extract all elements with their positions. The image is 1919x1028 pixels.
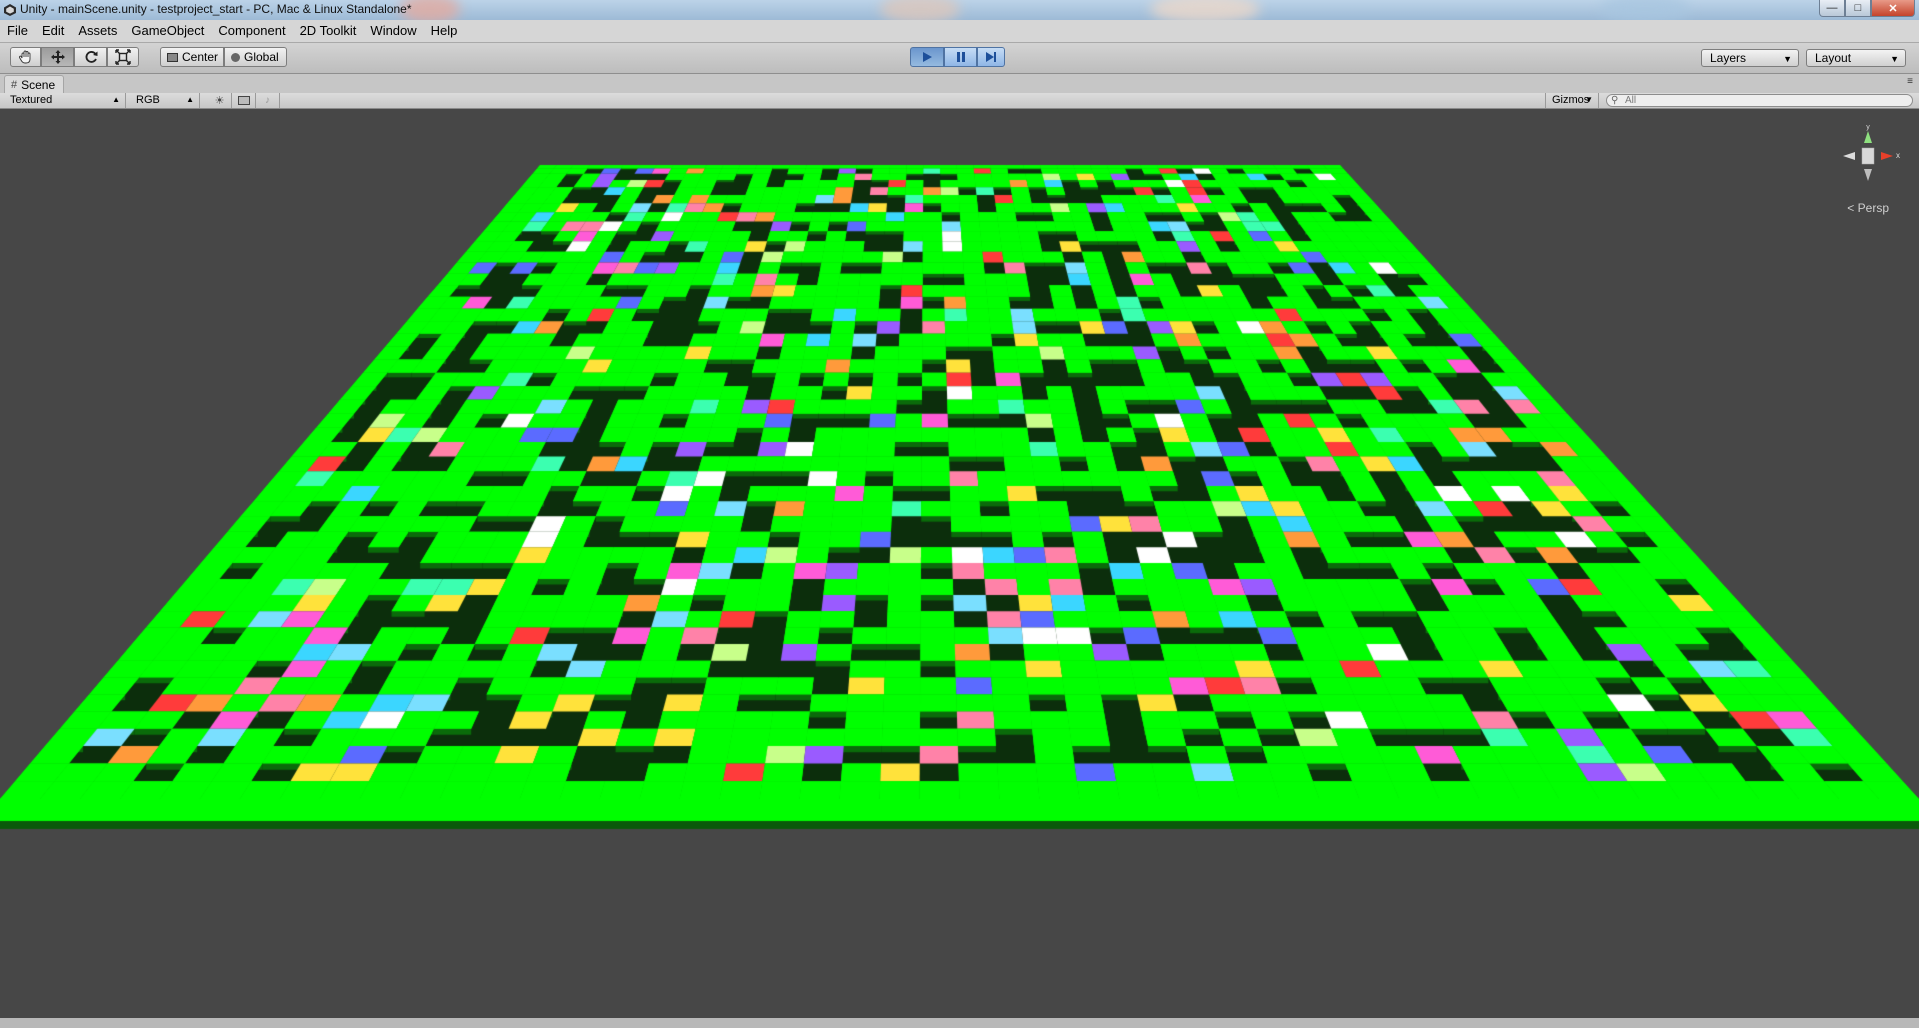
- gizmos-dropdown[interactable]: Gizmos ▼: [1545, 93, 1599, 108]
- close-icon: ✕: [1888, 2, 1898, 15]
- search-icon: ⚲: [1611, 95, 1619, 106]
- menu-gameobject[interactable]: GameObject: [124, 20, 211, 42]
- tab-scene-label: Scene: [21, 77, 56, 92]
- pivot-rotation-label: Global: [244, 50, 279, 64]
- layers-label: Layers: [1710, 51, 1747, 65]
- image-icon: [237, 96, 250, 105]
- gizmo-center-cube-icon[interactable]: [1861, 147, 1875, 165]
- scene-tab-strip: # Scene ≡: [0, 74, 1919, 94]
- layers-dropdown[interactable]: Layers ▼: [1701, 49, 1799, 67]
- gizmo-neg-y-axis-icon[interactable]: [1864, 169, 1872, 181]
- pivot-rotation-toggle[interactable]: Global: [224, 47, 287, 67]
- pivot-mode-toggle[interactable]: Center: [160, 47, 224, 67]
- move-tool-button[interactable]: [41, 47, 74, 67]
- search-placeholder: All: [1625, 95, 1637, 106]
- window-controls: — □ ✕: [1819, 0, 1915, 17]
- rotate-icon: [85, 51, 97, 63]
- scene-orientation-gizmo[interactable]: y x: [1833, 121, 1903, 191]
- pivot-center-icon: [167, 52, 178, 62]
- tab-scene[interactable]: # Scene: [4, 75, 65, 94]
- gizmos-label: Gizmos: [1552, 94, 1590, 106]
- dropdown-arrow-icon: ▲︎: [186, 95, 194, 104]
- maze-render: [0, 109, 1919, 1028]
- menu-window[interactable]: Window: [363, 20, 423, 42]
- play-icon: [923, 52, 932, 62]
- dropdown-arrow-icon: ▼: [1783, 54, 1792, 64]
- scene-audio-toggle[interactable]: ♪: [256, 93, 280, 108]
- minimize-icon: —: [1826, 2, 1838, 14]
- grid-icon: #: [11, 78, 18, 91]
- tab-menu-icon[interactable]: ≡: [1907, 76, 1913, 87]
- hand-icon: [18, 50, 30, 64]
- pause-icon: [956, 52, 965, 62]
- rotate-tool-button[interactable]: [74, 47, 107, 67]
- svg-text:x: x: [1896, 151, 1900, 160]
- projection-label: Persp: [1857, 201, 1889, 215]
- step-button[interactable]: [977, 47, 1005, 67]
- menu-bar: File Edit Assets GameObject Component 2D…: [0, 20, 1919, 43]
- menu-edit[interactable]: Edit: [35, 20, 71, 42]
- scene-overlay-toggle[interactable]: [232, 93, 256, 108]
- menu-file[interactable]: File: [0, 20, 35, 42]
- layout-dropdown[interactable]: Layout ▼: [1806, 49, 1906, 67]
- scene-viewport[interactable]: y x < Persp: [0, 109, 1919, 1028]
- menu-assets[interactable]: Assets: [71, 20, 124, 42]
- status-bar: [0, 1018, 1919, 1028]
- render-mode-value: Textured: [10, 94, 53, 106]
- projection-toggle[interactable]: < Persp: [1847, 201, 1889, 215]
- menu-help[interactable]: Help: [424, 20, 465, 42]
- minimize-button[interactable]: —: [1819, 0, 1845, 17]
- close-button[interactable]: ✕: [1871, 0, 1915, 17]
- menu-2d-toolkit[interactable]: 2D Toolkit: [293, 20, 364, 42]
- pause-button[interactable]: [944, 47, 977, 67]
- scene-control-bar: Textured ▲︎ RGB ▲︎ ☀ ♪ Gizmos ▼ ⚲ All: [0, 93, 1919, 109]
- step-icon: [986, 52, 996, 62]
- maximize-button[interactable]: □: [1845, 0, 1871, 17]
- play-button[interactable]: [910, 47, 944, 67]
- window-title-bar: Unity - mainScene.unity - testproject_st…: [0, 0, 1919, 20]
- color-mode-value: RGB: [136, 94, 160, 106]
- hierarchy-search-input[interactable]: ⚲ All: [1606, 94, 1913, 107]
- persp-arrow-icon: <: [1847, 201, 1855, 215]
- scale-icon: [115, 49, 131, 65]
- scale-tool-button[interactable]: [107, 47, 139, 67]
- dropdown-arrow-icon: ▲︎: [112, 95, 120, 104]
- svg-text:y: y: [1866, 124, 1870, 131]
- titlebar-background-blur: [880, 0, 960, 20]
- pivot-mode-label: Center: [182, 50, 219, 64]
- dropdown-arrow-icon: ▼: [1890, 54, 1899, 64]
- color-mode-dropdown[interactable]: RGB ▲︎: [130, 93, 200, 108]
- render-mode-dropdown[interactable]: Textured ▲︎: [4, 93, 126, 108]
- scene-lighting-toggle[interactable]: ☀: [208, 93, 232, 108]
- gizmo-x-axis-icon[interactable]: [1881, 152, 1893, 160]
- titlebar-background-blur: [1150, 0, 1260, 20]
- dropdown-arrow-icon: ▼: [1585, 95, 1593, 104]
- globe-icon: [231, 52, 240, 62]
- move-arrows-icon: [50, 50, 65, 64]
- gizmo-neg-x-axis-icon[interactable]: [1843, 152, 1855, 160]
- titlebar-background-blur: [1600, 0, 1690, 20]
- speaker-icon: ♪: [265, 95, 270, 106]
- window-title: Unity - mainScene.unity - testproject_st…: [20, 2, 412, 16]
- layout-label: Layout: [1815, 51, 1852, 65]
- hand-tool-button[interactable]: [10, 47, 41, 67]
- menu-component[interactable]: Component: [211, 20, 292, 42]
- sun-icon: ☀: [214, 95, 225, 107]
- unity-logo-icon: [4, 4, 16, 16]
- main-toolbar: Center Global Layers ▼ Layout ▼: [0, 43, 1919, 74]
- maximize-icon: □: [1854, 2, 1862, 14]
- gizmo-y-axis-icon[interactable]: [1864, 131, 1872, 143]
